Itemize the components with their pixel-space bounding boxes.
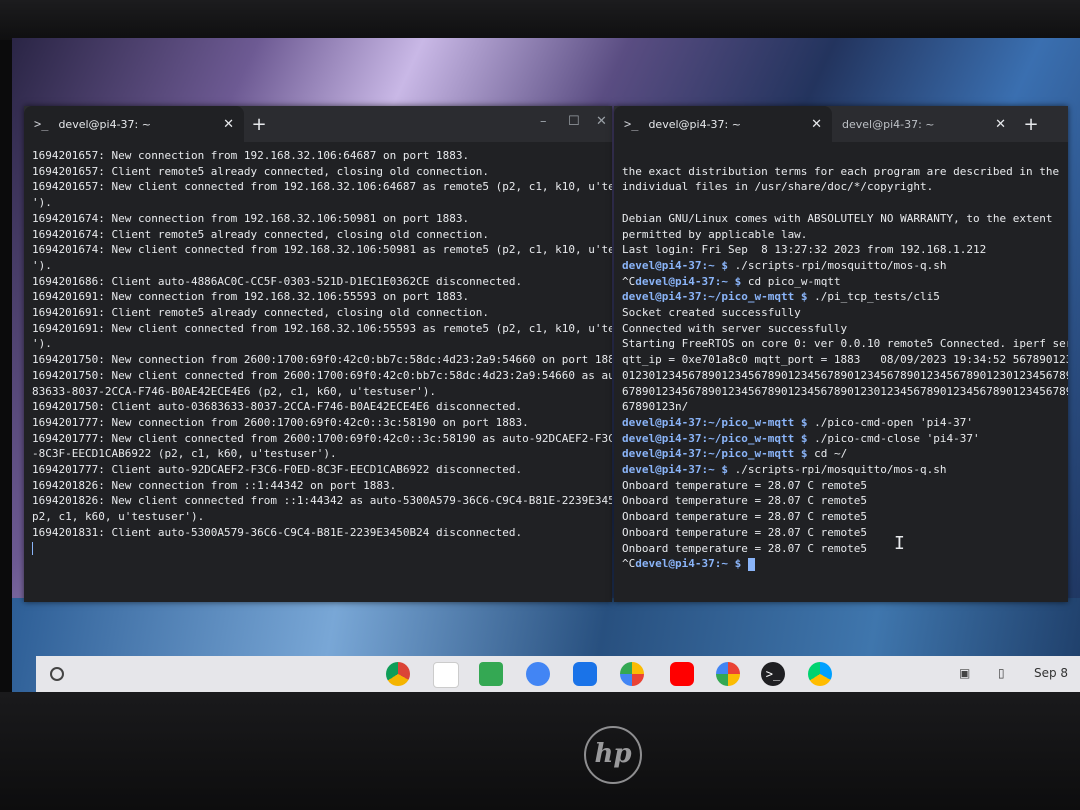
log-line: 1694201674: New connection from 192.168.… <box>32 211 470 225</box>
log-line: 1694201657: New client connected from 19… <box>32 180 612 194</box>
log-line: p2, c1, k60, u'testuser'). <box>32 510 205 524</box>
log-line: 1694201777: Client auto-92DCAEF2-F3C6-F0… <box>32 463 523 477</box>
tab-terminal-left[interactable]: >_ devel@pi4-37: ~ ✕ <box>24 106 244 142</box>
files-icon[interactable] <box>573 662 597 686</box>
text-cursor <box>747 557 755 571</box>
log-line: -8C3F-EECD1CAB6922 (p2, c1, k60, u'testu… <box>32 447 337 461</box>
system-shelf: >_ ▣ ▯ Sep 8 <box>36 656 1080 692</box>
laptop-bezel-top <box>0 0 1080 40</box>
log-line: 1694201750: New connection from 2600:170… <box>32 353 612 367</box>
play-store-icon[interactable] <box>808 662 832 686</box>
terminal-icon: >_ <box>34 117 49 131</box>
output-line: permitted by applicable law. <box>622 227 808 241</box>
log-line: 1694201657: Client remote5 already conne… <box>32 164 489 178</box>
output-line: 6789012345678901234567890123456789012301… <box>622 384 1068 398</box>
prompt-line: devel@pi4-37:~/pico_w-mqtt $ ./pico-cmd-… <box>622 431 980 445</box>
tab-title: devel@pi4-37: ~ <box>58 117 151 131</box>
tab-bar-right: >_ devel@pi4-37: ~ ✕ devel@pi4-37: ~ ✕ + <box>614 106 1068 142</box>
terminal-window-left[interactable]: >_ devel@pi4-37: ~ ✕ + – ☐ ✕ 1694201657:… <box>24 106 612 602</box>
log-line: 83633-8037-2CCA-F746-B0AE42ECE4E6 (p2, c… <box>32 384 436 398</box>
temperature-line: Onboard temperature = 28.07 C remote5 <box>622 541 868 555</box>
prompt-line: ^Cdevel@pi4-37:~ $ cd pico_w-mqtt <box>622 274 841 288</box>
youtube-icon[interactable] <box>670 662 694 686</box>
output-line: Connected with server successfully <box>622 321 848 335</box>
active-prompt-line[interactable]: ^Cdevel@pi4-37:~ $ <box>622 556 1068 572</box>
output-line: Starting FreeRTOS on core 0: ver 0.0.10 … <box>622 337 1068 351</box>
chrome-icon[interactable] <box>386 662 410 686</box>
terminal-output[interactable]: 1694201657: New connection from 192.168.… <box>24 142 612 598</box>
log-line: 1694201686: Client auto-4886AC0C-CC5F-03… <box>32 274 523 288</box>
maximize-icon[interactable]: ☐ <box>568 114 580 129</box>
output-line: 0123012345678901234567890123456789012345… <box>622 368 1068 382</box>
text-cursor <box>32 542 33 556</box>
log-line: '). <box>32 196 52 210</box>
tab-title: devel@pi4-37: ~ <box>842 117 935 131</box>
output-line: individual files in /usr/share/doc/*/cop… <box>622 180 934 194</box>
temperature-line: Onboard temperature = 28.07 C remote5 <box>622 478 868 492</box>
log-line: '). <box>32 337 52 351</box>
output-line: Last login: Fri Sep 8 13:27:32 2023 from… <box>622 243 987 257</box>
prompt-line: devel@pi4-37:~ $ ./scripts-rpi/mosquitto… <box>622 258 947 272</box>
prompt-line: devel@pi4-37:~/pico_w-mqtt $ ./pi_tcp_te… <box>622 290 940 304</box>
terminal-icon: >_ <box>624 117 639 131</box>
prompt-line: devel@pi4-37:~/pico_w-mqtt $ cd ~/ <box>622 447 848 461</box>
tab-bar: >_ devel@pi4-37: ~ ✕ + – ☐ ✕ <box>24 106 612 142</box>
log-line: 1694201750: Client auto-03683633-8037-2C… <box>32 400 523 414</box>
shelf-date[interactable]: Sep 8 <box>1034 666 1068 680</box>
mouse-ibeam-cursor-icon: I <box>894 533 905 554</box>
log-line: 1694201826: New client connected from ::… <box>32 494 612 508</box>
screen-capture-icon[interactable]: ▣ <box>959 666 970 680</box>
temperature-line: Onboard temperature = 28.07 C remote5 <box>622 494 868 508</box>
close-tab-icon[interactable]: ✕ <box>811 117 822 132</box>
temperature-line: Onboard temperature = 28.07 C remote5 <box>622 525 868 539</box>
log-line: 1694201691: Client remote5 already conne… <box>32 306 489 320</box>
log-line: 1694201777: New client connected from 26… <box>32 431 612 445</box>
laptop-bezel-bottom <box>0 692 1080 810</box>
output-line: Socket created successfully <box>622 306 801 320</box>
photos-icon[interactable] <box>620 662 644 686</box>
terminal-app-icon[interactable]: >_ <box>761 662 785 686</box>
output-line: qtt_ip = 0xe701a8c0 mqtt_port = 1883 08/… <box>622 353 1068 367</box>
output-line: 67890123n/ <box>622 400 689 414</box>
log-line: 1694201750: New client connected from 26… <box>32 368 612 382</box>
hp-logo: hp <box>584 726 642 784</box>
log-line: 1694201691: New connection from 192.168.… <box>32 290 470 304</box>
tab-title: devel@pi4-37: ~ <box>648 117 741 131</box>
log-line: 1694201831: Client auto-5300A579-36C6-C9… <box>32 525 523 539</box>
log-line: 1694201777: New connection from 2600:170… <box>32 415 529 429</box>
close-tab-icon[interactable]: ✕ <box>223 117 234 132</box>
output-line: the exact distribution terms for each pr… <box>622 164 1060 178</box>
prompt-line: devel@pi4-37:~ $ ./scripts-rpi/mosquitto… <box>622 463 947 477</box>
pinwheel-icon[interactable] <box>716 662 740 686</box>
active-prompt-line[interactable] <box>32 541 612 557</box>
log-line: 1694201674: Client remote5 already conne… <box>32 227 489 241</box>
log-line: 1694201691: New client connected from 19… <box>32 321 612 335</box>
log-line: 1694201657: New connection from 192.168.… <box>32 149 470 162</box>
log-line: 1694201826: New connection from ::1:4434… <box>32 478 397 492</box>
log-line: '). <box>32 258 52 272</box>
log-line: 1694201674: New client connected from 19… <box>32 243 612 257</box>
terminal-window-right[interactable]: >_ devel@pi4-37: ~ ✕ devel@pi4-37: ~ ✕ +… <box>614 106 1068 602</box>
tab-terminal-1[interactable]: >_ devel@pi4-37: ~ ✕ <box>614 106 832 142</box>
output-line: Debian GNU/Linux comes with ABSOLUTELY N… <box>622 211 1053 225</box>
phone-hub-icon[interactable]: ▯ <box>998 666 1005 680</box>
sheets-icon[interactable] <box>479 662 503 686</box>
close-window-icon[interactable]: ✕ <box>596 114 607 129</box>
launcher-icon[interactable] <box>50 667 64 681</box>
new-tab-button[interactable]: + <box>244 114 274 135</box>
minimize-icon[interactable]: – <box>540 114 547 129</box>
temperature-line: Onboard temperature = 28.07 C remote5 <box>622 510 868 524</box>
gmail-icon[interactable] <box>433 662 459 688</box>
new-tab-button[interactable]: + <box>1016 114 1046 135</box>
prompt-line: devel@pi4-37:~/pico_w-mqtt $ ./pico-cmd-… <box>622 415 974 429</box>
meet-icon[interactable] <box>526 662 550 686</box>
terminal-output[interactable]: the exact distribution terms for each pr… <box>614 142 1068 598</box>
tab-terminal-2[interactable]: devel@pi4-37: ~ ✕ <box>832 106 1016 142</box>
close-tab-icon[interactable]: ✕ <box>995 117 1006 132</box>
